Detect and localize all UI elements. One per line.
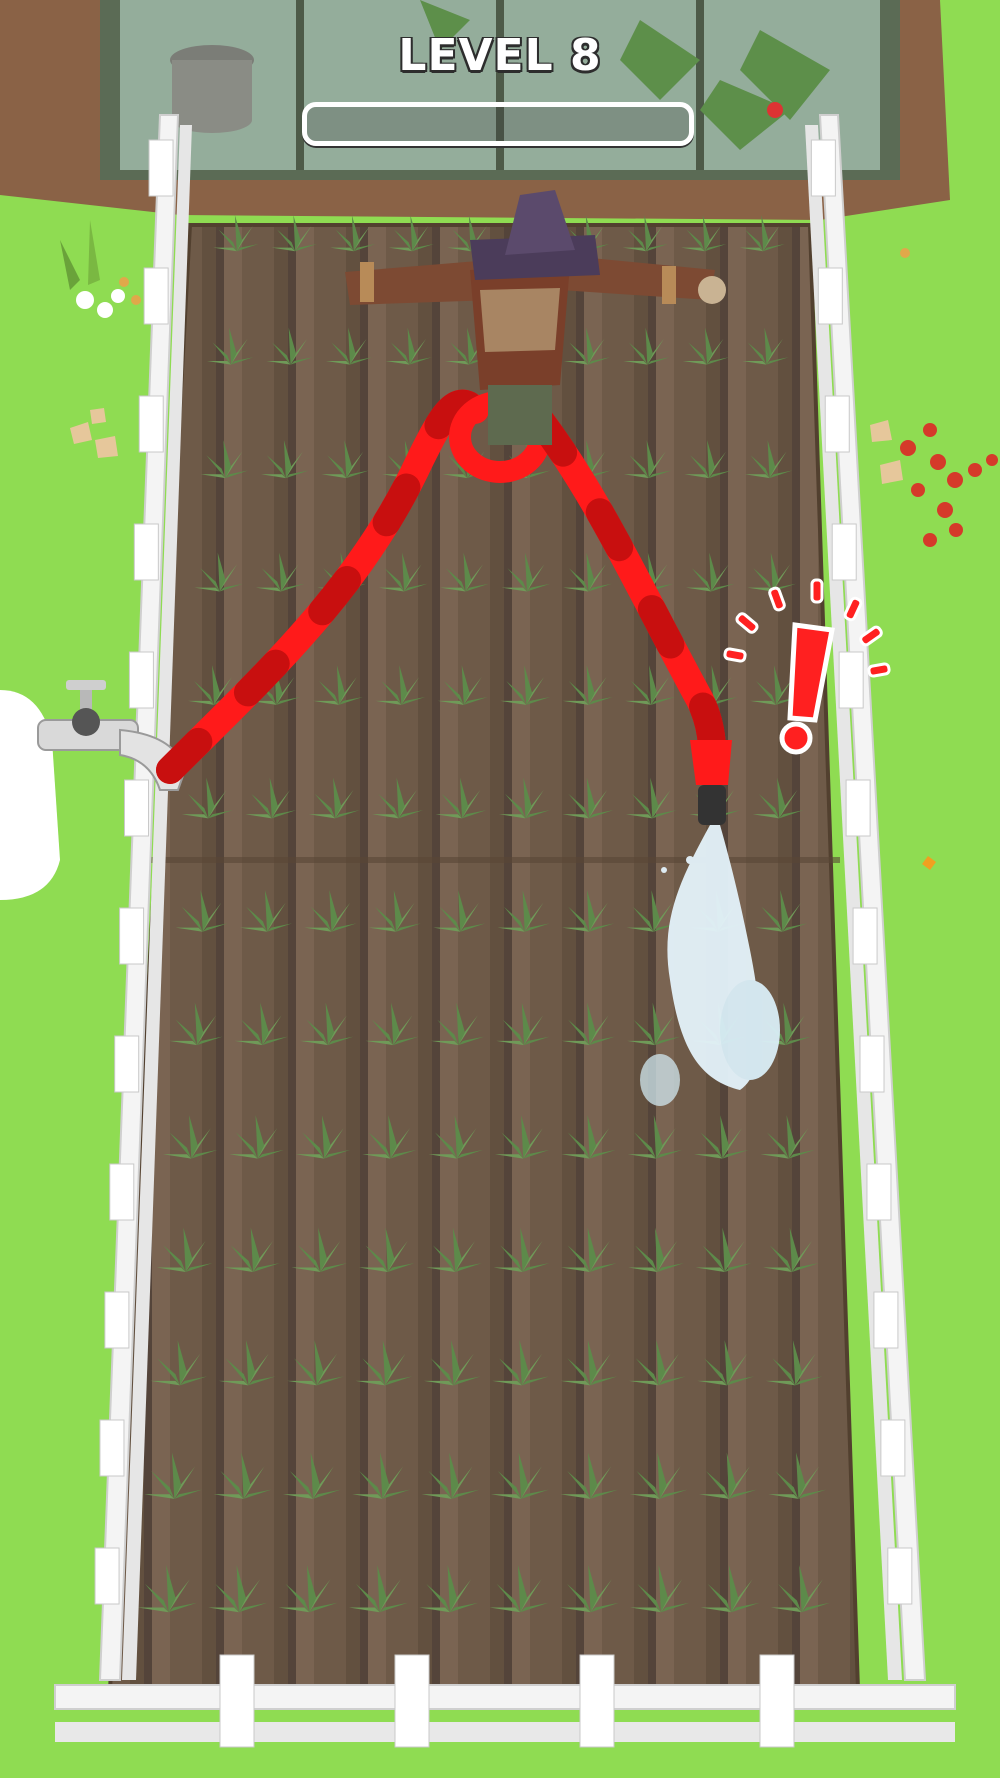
fence-post xyxy=(887,1547,913,1605)
fence-post xyxy=(133,523,159,581)
fence-post xyxy=(880,1419,906,1477)
fence-post xyxy=(109,1163,135,1221)
fence-post xyxy=(579,1654,615,1748)
fence-post xyxy=(138,395,164,453)
game-scene xyxy=(0,0,1000,1778)
fence-post xyxy=(99,1419,125,1477)
fence-post xyxy=(852,907,878,965)
fence-post xyxy=(873,1291,899,1349)
fence-post xyxy=(394,1654,430,1748)
fence-post xyxy=(831,523,857,581)
fence-post xyxy=(859,1035,885,1093)
fence-post xyxy=(143,267,169,325)
fence-post xyxy=(866,1163,892,1221)
game-viewport[interactable]: LEVEL 8 xyxy=(0,0,1000,1778)
fence-post xyxy=(148,139,174,197)
fence-post xyxy=(104,1291,130,1349)
fence-post xyxy=(817,267,843,325)
fence-post xyxy=(94,1547,120,1605)
fence-post xyxy=(124,779,150,837)
level-title: LEVEL 8 xyxy=(398,30,602,81)
level-progress-bar xyxy=(302,102,694,146)
fence-post xyxy=(114,1035,140,1093)
small-flower xyxy=(900,248,910,258)
fence-post xyxy=(845,779,871,837)
fence-post xyxy=(119,907,145,965)
fence-post xyxy=(824,395,850,453)
fence-post xyxy=(838,651,864,709)
fence-post xyxy=(759,1654,795,1748)
fence-post xyxy=(128,651,154,709)
fence-post xyxy=(219,1654,255,1748)
fence-post xyxy=(810,139,836,197)
